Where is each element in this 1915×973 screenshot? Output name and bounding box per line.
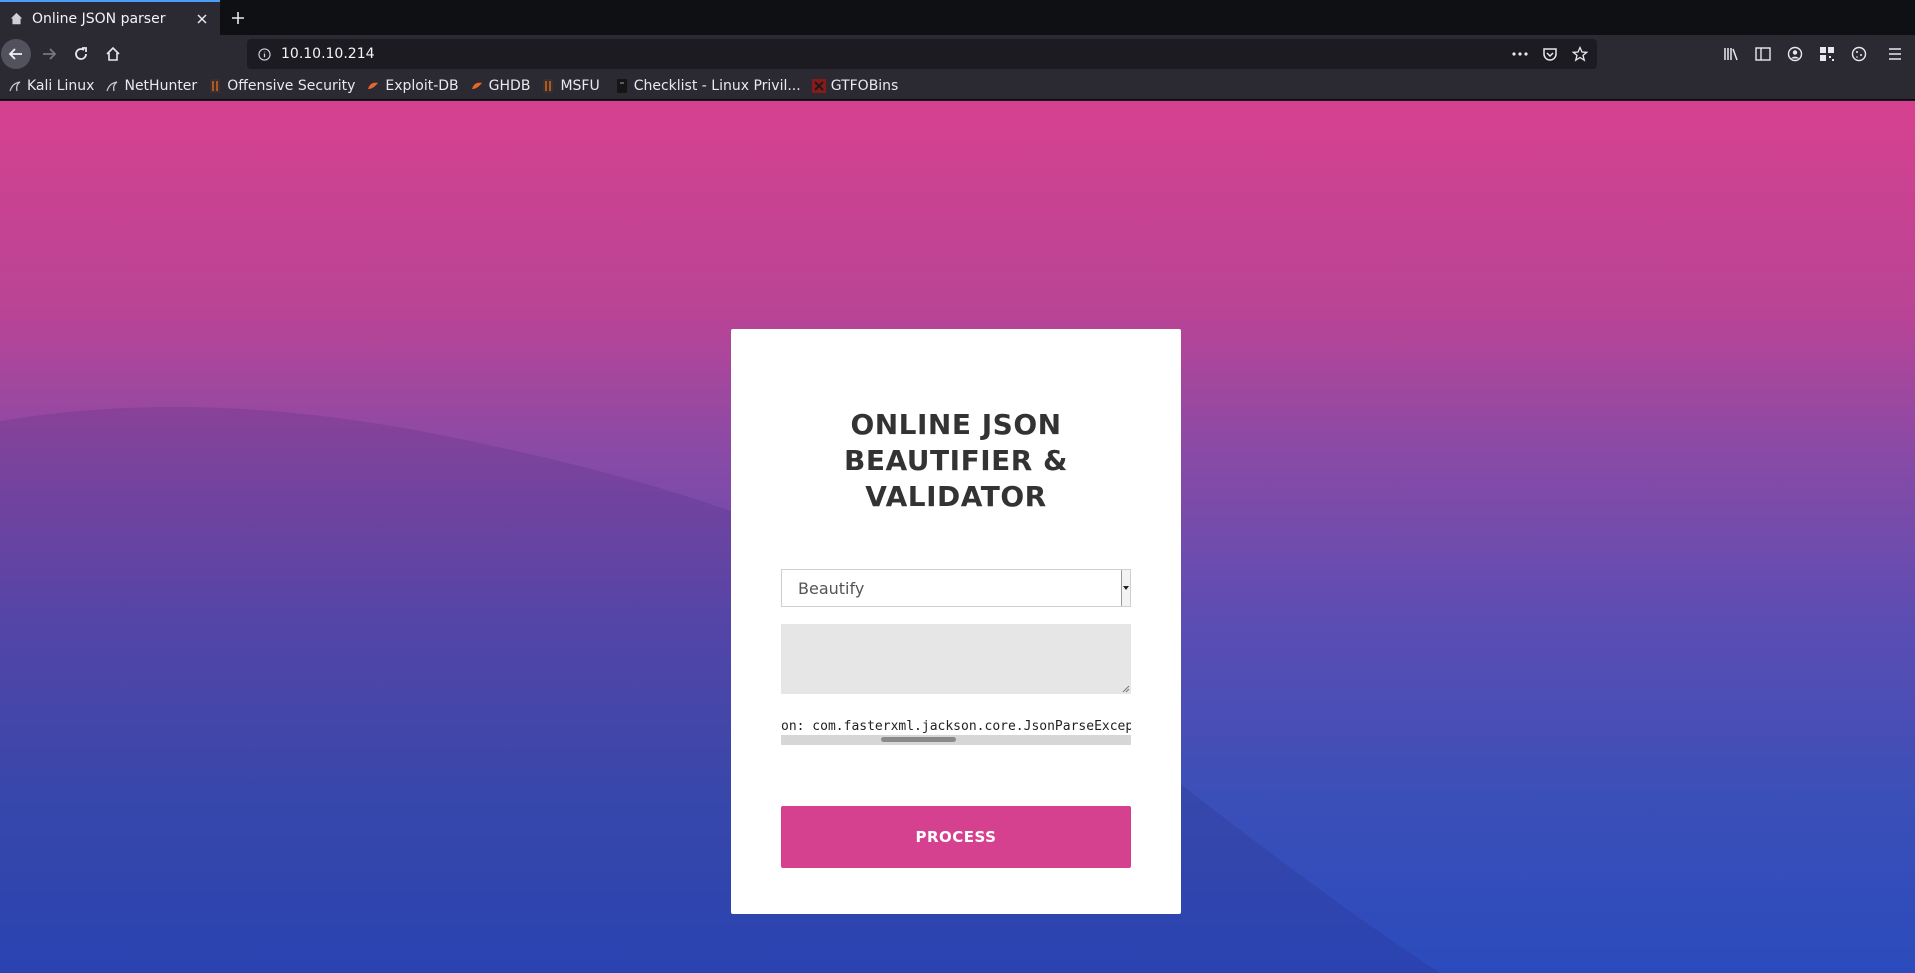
mode-select-value: Beautify xyxy=(798,578,865,598)
bookmark-label: GTFOBins xyxy=(830,78,899,94)
bookmark-exploit-db[interactable]: Exploit-DB xyxy=(366,75,459,97)
bookmark-label: NetHunter xyxy=(124,78,198,94)
cookie-extension-icon[interactable] xyxy=(1843,40,1875,68)
bookmark-label: Kali Linux xyxy=(27,78,95,94)
address-bar[interactable]: 10.10.10.214 xyxy=(247,39,1597,69)
page-actions-icon[interactable] xyxy=(1511,45,1529,63)
new-tab-button[interactable] xyxy=(226,6,250,30)
nav-toolbar: 10.10.10.214 xyxy=(0,35,1915,73)
msfu-icon xyxy=(541,79,555,93)
tab-title: Online JSON parser xyxy=(32,10,166,27)
bookmark-label: GHDB xyxy=(488,78,531,94)
mode-select[interactable]: Beautify xyxy=(781,569,1131,607)
title-line: ONLINE JSON xyxy=(850,408,1062,441)
pocket-icon[interactable] xyxy=(1541,45,1559,63)
sidebar-icon[interactable] xyxy=(1747,40,1779,68)
bookmarks-toolbar: Kali Linux NetHunter Offensive Security … xyxy=(0,73,1915,100)
title-line: VALIDATOR xyxy=(865,480,1047,513)
info-icon[interactable] xyxy=(255,45,273,63)
home-icon xyxy=(106,46,120,61)
bookmark-gtfobins[interactable]: GTFOBins xyxy=(811,75,899,97)
close-icon[interactable] xyxy=(192,9,212,29)
reload-icon xyxy=(75,47,87,60)
title-line: BEAUTIFIER & xyxy=(844,444,1068,477)
bookmark-ghdb[interactable]: GHDB xyxy=(470,75,531,97)
qr-code-icon[interactable] xyxy=(1811,40,1843,68)
reload-button[interactable] xyxy=(66,40,96,68)
offsec-icon xyxy=(208,79,222,93)
tab-strip: Online JSON parser xyxy=(0,0,1915,35)
exploitdb-icon xyxy=(366,79,380,93)
gtfobins-icon xyxy=(811,79,826,93)
library-icon[interactable] xyxy=(1715,40,1747,68)
url-text[interactable]: 10.10.10.214 xyxy=(281,46,1511,62)
web-page: ONLINE JSON BEAUTIFIER & VALIDATOR Beaut… xyxy=(0,101,1915,973)
json-input-textarea[interactable] xyxy=(781,624,1131,694)
account-icon[interactable] xyxy=(1779,40,1811,68)
home-favicon-icon xyxy=(8,11,24,27)
bookmark-star-icon[interactable] xyxy=(1571,45,1589,63)
bookmark-msfu[interactable]: MSFU xyxy=(541,75,600,97)
nethunter-icon xyxy=(105,79,119,93)
menu-icon[interactable] xyxy=(1875,40,1915,68)
scrollbar-thumb[interactable] xyxy=(881,737,956,742)
bookmark-offensive-security[interactable]: Offensive Security xyxy=(208,75,355,97)
page-title: ONLINE JSON BEAUTIFIER & VALIDATOR xyxy=(731,407,1181,515)
arrow-left-icon xyxy=(8,48,22,60)
output-box: on: com.fasterxml.jackson.core.JsonParse… xyxy=(781,715,1131,745)
bookmark-nethunter[interactable]: NetHunter xyxy=(105,75,197,97)
tab-active[interactable]: Online JSON parser xyxy=(0,0,220,35)
bookmark-label: MSFU xyxy=(560,78,600,94)
arrow-right-icon xyxy=(43,48,57,60)
bookmark-label: Offensive Security xyxy=(227,78,356,94)
checklist-icon xyxy=(615,79,629,93)
bookmark-kali-linux[interactable]: Kali Linux xyxy=(8,75,94,97)
forward-button[interactable] xyxy=(34,40,64,68)
kali-icon xyxy=(8,79,22,93)
chevron-down-icon[interactable] xyxy=(1121,570,1130,606)
process-button[interactable]: PROCESS xyxy=(781,806,1131,868)
back-button[interactable] xyxy=(1,39,31,69)
resize-grip-icon[interactable] xyxy=(1120,683,1130,693)
bookmark-label: Exploit-DB xyxy=(385,78,459,94)
home-button[interactable] xyxy=(98,40,128,68)
horizontal-scrollbar[interactable] xyxy=(781,735,1131,745)
parser-card: ONLINE JSON BEAUTIFIER & VALIDATOR Beaut… xyxy=(731,329,1181,914)
bookmark-checklist[interactable]: Checklist - Linux Privil... xyxy=(615,75,801,97)
output-text: on: com.fasterxml.jackson.core.JsonParse… xyxy=(781,719,1131,734)
plus-icon xyxy=(232,12,244,24)
bookmark-label: Checklist - Linux Privil... xyxy=(633,78,801,94)
ghdb-icon xyxy=(470,79,484,93)
